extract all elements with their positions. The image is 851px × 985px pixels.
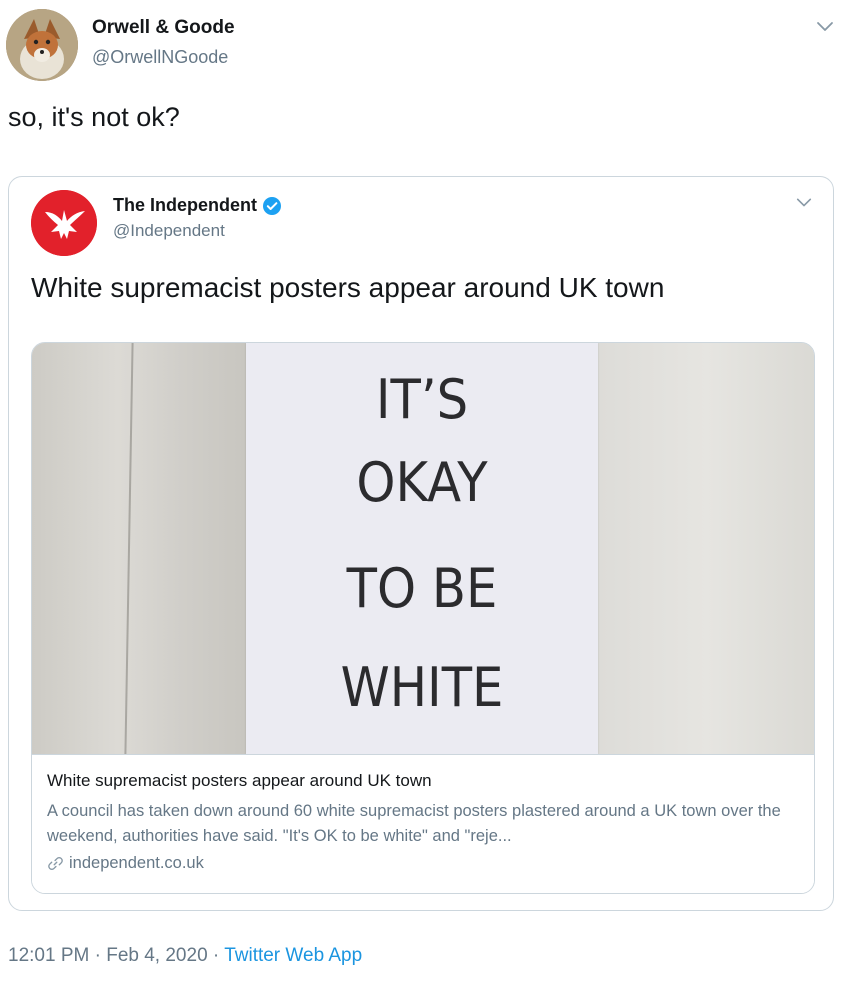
quoted-author-handle[interactable]: @Independent (113, 221, 225, 241)
source-app-link[interactable]: Twitter Web App (224, 945, 362, 966)
tweet-meta: 12:01 PM · Feb 4, 2020 · Twitter Web App (8, 945, 362, 967)
card-title: White supremacist posters appear around … (47, 771, 432, 790)
poster-line-3: TO BE (346, 557, 498, 620)
card-image[interactable]: IT’S OKAY TO BE WHITE (32, 343, 814, 754)
wall-left (32, 343, 246, 754)
chevron-down-icon (796, 198, 812, 207)
poster-line-1: IT’S (375, 368, 469, 431)
tweet: Orwell & Goode @OrwellNGoode so, it's no… (0, 0, 851, 985)
author-avatar[interactable] (6, 9, 78, 81)
wall-right (598, 343, 814, 754)
tweet-text: so, it's not ok? (8, 102, 180, 132)
fox-avatar-icon (6, 9, 78, 81)
independent-avatar[interactable] (31, 190, 97, 256)
poster-line-4: WHITE (340, 656, 504, 719)
author-name[interactable]: Orwell & Goode (92, 17, 235, 39)
poster-line-2: OKAY (356, 451, 488, 514)
tweet-time[interactable]: 12:01 PM (8, 945, 89, 966)
card-domain-text: independent.co.uk (69, 854, 204, 872)
link-icon (47, 855, 64, 872)
quoted-author-name-text: The Independent (113, 195, 257, 215)
eagle-logo-icon (31, 190, 97, 256)
tweet-date[interactable]: Feb 4, 2020 (106, 945, 207, 966)
link-card[interactable]: IT’S OKAY TO BE WHITE White supremacist … (31, 342, 815, 894)
meta-separator: · (89, 945, 107, 966)
meta-separator: · (207, 945, 225, 966)
quoted-tweet[interactable]: The Independent @Independent White supre… (8, 176, 834, 911)
poster: IT’S OKAY TO BE WHITE (246, 343, 598, 754)
verified-badge-icon (262, 196, 282, 216)
chevron-down-icon (817, 22, 833, 31)
tweet-menu-button[interactable] (815, 16, 835, 36)
author-handle[interactable]: @OrwellNGoode (92, 47, 228, 68)
card-domain[interactable]: independent.co.uk (47, 854, 204, 873)
quoted-menu-button[interactable] (795, 193, 813, 211)
card-info[interactable]: White supremacist posters appear around … (32, 754, 814, 893)
card-description: A council has taken down around 60 white… (47, 802, 781, 845)
quoted-tweet-text: White supremacist posters appear around … (31, 272, 665, 303)
quoted-author-name[interactable]: The Independent (113, 195, 282, 216)
